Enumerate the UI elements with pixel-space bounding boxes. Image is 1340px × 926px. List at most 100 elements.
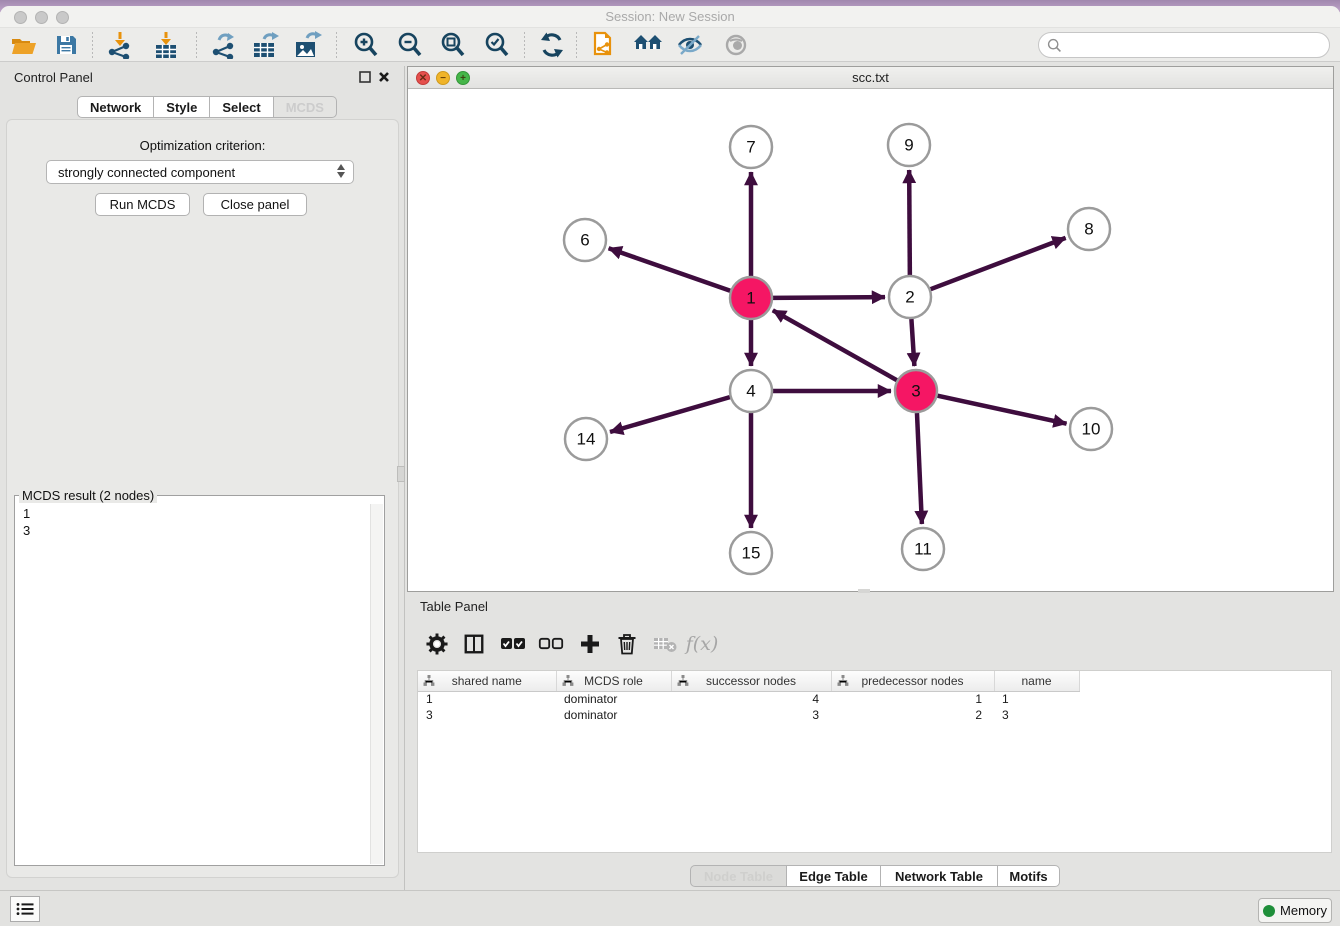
mcds-result-item: 1 — [23, 505, 30, 522]
table-cell[interactable]: 1 — [831, 691, 994, 707]
zoom-fit-icon[interactable] — [437, 30, 469, 60]
table-cell[interactable]: dominator — [556, 707, 671, 723]
tab-style[interactable]: Style — [154, 96, 210, 118]
mcds-panel: Optimization criterion: strongly connect… — [6, 119, 399, 878]
export-image-icon[interactable] — [292, 30, 324, 60]
list-icon — [16, 902, 34, 916]
mcds-result-list: 13 — [23, 505, 30, 539]
table-cell[interactable]: 1 — [418, 691, 556, 707]
import-table-icon[interactable] — [150, 30, 182, 60]
column-header[interactable]: name — [994, 671, 1079, 691]
toolbar-separator — [524, 32, 525, 58]
clone-network-icon[interactable] — [588, 30, 620, 60]
status-bar: Memory — [0, 890, 1340, 926]
save-session-icon[interactable] — [50, 30, 82, 60]
control-panel-header: Control Panel — [0, 66, 402, 92]
search-input[interactable] — [1067, 38, 1321, 53]
toolbar-separator — [196, 32, 197, 58]
table-cell[interactable]: 2 — [831, 707, 994, 723]
zoom-in-icon[interactable] — [350, 30, 382, 60]
horizontal-splitter-handle[interactable] — [858, 589, 870, 593]
task-history-button[interactable] — [10, 896, 40, 922]
export-table-icon[interactable] — [250, 30, 282, 60]
network-frame-title: scc.txt — [408, 70, 1333, 85]
deselect-all-icon[interactable] — [535, 628, 567, 660]
main-toolbar — [0, 28, 1340, 62]
graph-node-label: 6 — [580, 231, 589, 250]
search-box — [1038, 32, 1330, 58]
toolbar-separator — [92, 32, 93, 58]
zoom-selected-icon[interactable] — [481, 30, 513, 60]
criterion-dropdown[interactable]: strongly connected component — [46, 160, 354, 184]
toolbar-separator — [336, 32, 337, 58]
table-cell[interactable]: 3 — [994, 707, 1079, 723]
tab-select[interactable]: Select — [210, 96, 273, 118]
tab-edge-table[interactable]: Edge Table — [787, 865, 881, 887]
application-window: Session: New Session — [0, 0, 1340, 926]
float-panel-icon[interactable] — [358, 70, 372, 84]
graph-node-label: 3 — [911, 382, 920, 401]
graph-edge[interactable] — [911, 319, 914, 366]
window-title: Session: New Session — [0, 9, 1340, 24]
graph-node-label: 10 — [1082, 420, 1101, 439]
table-cell[interactable]: 3 — [418, 707, 556, 723]
import-network-icon[interactable] — [104, 30, 136, 60]
delete-icon[interactable] — [611, 628, 643, 660]
tab-network-table[interactable]: Network Table — [881, 865, 998, 887]
dropdown-spinner-icon — [337, 164, 345, 178]
add-column-icon[interactable] — [574, 628, 606, 660]
table-cell[interactable]: 3 — [671, 707, 831, 723]
run-mcds-button[interactable]: Run MCDS — [95, 193, 190, 216]
table-row[interactable]: 1dominator411 — [418, 691, 1079, 707]
graph-node-label: 2 — [905, 288, 914, 307]
table-cell[interactable]: 1 — [994, 691, 1079, 707]
graph-edge[interactable] — [773, 310, 897, 380]
graph-edge[interactable] — [909, 170, 910, 275]
function-builder-icon[interactable]: f(x) — [686, 628, 718, 660]
table-panel-title: Table Panel — [420, 599, 488, 614]
export-network-icon[interactable] — [208, 30, 240, 60]
hide-details-eye-icon[interactable] — [674, 30, 706, 60]
table-cell[interactable]: dominator — [556, 691, 671, 707]
mcds-result-title: MCDS result (2 nodes) — [19, 488, 157, 503]
memory-button[interactable]: Memory — [1258, 898, 1332, 923]
network-canvas[interactable]: 7968124314101511 — [408, 89, 1333, 591]
column-header[interactable]: predecessor nodes — [831, 671, 994, 691]
scrollbar-track[interactable] — [370, 504, 383, 864]
tab-network[interactable]: Network — [77, 96, 154, 118]
tab-motifs[interactable]: Motifs — [998, 865, 1060, 887]
vertical-splitter-handle[interactable] — [397, 466, 405, 482]
criterion-value: strongly connected component — [58, 165, 235, 180]
graph-edge[interactable] — [937, 396, 1066, 424]
tab-node-table[interactable]: Node Table — [690, 865, 787, 887]
graph-edge[interactable] — [610, 397, 730, 432]
column-header[interactable]: shared name — [418, 671, 556, 691]
table-cell[interactable]: 4 — [671, 691, 831, 707]
graph-node-label: 7 — [746, 138, 755, 157]
delete-table-icon[interactable] — [649, 628, 681, 660]
select-all-icon[interactable] — [497, 628, 529, 660]
control-panel-tabs: Network Style Select MCDS — [77, 96, 337, 118]
homes-icon[interactable] — [632, 30, 664, 60]
memory-label: Memory — [1280, 903, 1327, 918]
column-header[interactable]: MCDS role — [556, 671, 671, 691]
column-header[interactable]: successor nodes — [671, 671, 831, 691]
graph-edge[interactable] — [773, 297, 885, 298]
refresh-layout-icon[interactable] — [536, 30, 568, 60]
zoom-out-icon[interactable] — [394, 30, 426, 60]
graph-edge[interactable] — [931, 238, 1066, 289]
open-file-icon[interactable] — [8, 30, 40, 60]
show-details-eye-icon[interactable] — [720, 30, 752, 60]
show-column-icon[interactable] — [458, 628, 490, 660]
close-panel-icon[interactable] — [377, 70, 391, 84]
settings-gear-icon[interactable] — [421, 628, 453, 660]
window-titlebar: Session: New Session — [0, 6, 1340, 28]
column-header-label: name — [1021, 674, 1051, 688]
optimization-criterion-label: Optimization criterion: — [7, 138, 398, 153]
graph-edge[interactable] — [609, 248, 731, 290]
graph-node-label: 14 — [577, 430, 596, 449]
table-row[interactable]: 3dominator323 — [418, 707, 1079, 723]
tab-mcds[interactable]: MCDS — [274, 96, 337, 118]
close-panel-button[interactable]: Close panel — [203, 193, 307, 216]
graph-edge[interactable] — [917, 413, 922, 524]
